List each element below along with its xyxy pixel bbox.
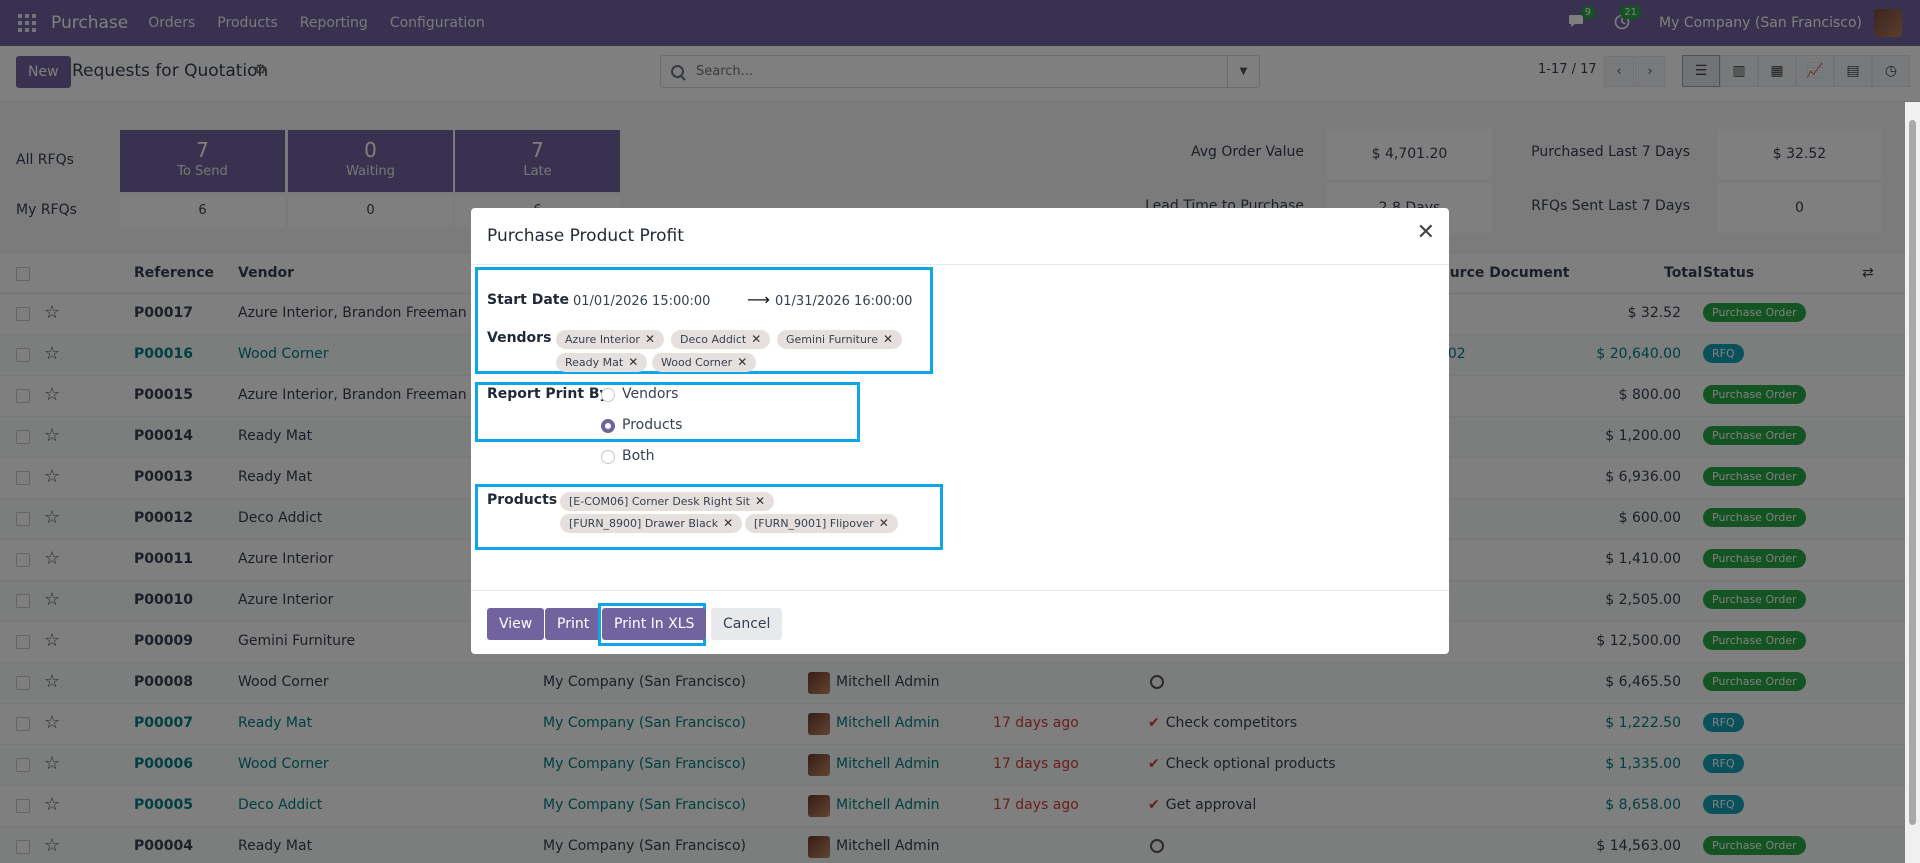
page-scrollbar[interactable]	[1905, 102, 1920, 863]
vendor-tag-label: Azure Interior	[565, 333, 640, 346]
print-button[interactable]: Print	[545, 608, 602, 640]
radio-vendors-label[interactable]: Vendors	[622, 386, 678, 402]
product-tag-label: [FURN_8900] Drawer Black	[569, 517, 719, 530]
product-tag: [FURN_9001] Flipover ✕	[745, 514, 898, 533]
product-tag: [E-COM06] Corner Desk Right Sit ✕	[560, 492, 775, 511]
dialog-title: Purchase Product Profit	[487, 226, 684, 246]
arrow-right-icon: ⟶	[747, 290, 770, 309]
vendor-tag: Gemini Furniture ✕	[777, 330, 903, 349]
start-date-input[interactable]: 01/01/2026 15:00:00	[573, 294, 710, 309]
vendor-tag-label: Deco Addict	[680, 333, 747, 346]
radio-products[interactable]	[601, 419, 615, 433]
vendor-tag-label: Wood Corner	[661, 356, 733, 369]
remove-tag-icon[interactable]: ✕	[723, 516, 733, 530]
scrollbar-thumb[interactable]	[1909, 120, 1916, 825]
print-in-xls-button[interactable]: Print In XLS	[602, 608, 707, 640]
report-print-by-label: Report Print By	[487, 386, 609, 402]
product-tag: [FURN_8900] Drawer Black ✕	[560, 514, 743, 533]
remove-tag-icon[interactable]: ✕	[628, 355, 638, 369]
remove-tag-icon[interactable]: ✕	[737, 355, 747, 369]
view-button[interactable]: View	[487, 608, 545, 640]
start-date-label: Start Date	[487, 292, 569, 308]
radio-vendors[interactable]	[601, 388, 615, 402]
remove-tag-icon[interactable]: ✕	[755, 494, 765, 508]
vendor-tag: Ready Mat ✕	[556, 353, 648, 372]
vendor-tag: Wood Corner ✕	[652, 353, 757, 372]
remove-tag-icon[interactable]: ✕	[751, 332, 761, 346]
purchase-product-profit-dialog: Purchase Product Profit ✕ Start Date 01/…	[471, 208, 1449, 654]
dialog-footer: View Print Print In XLS Cancel	[471, 590, 1449, 654]
products-label: Products	[487, 492, 558, 508]
radio-both[interactable]	[601, 450, 615, 464]
end-date-input[interactable]: 01/31/2026 16:00:00	[775, 294, 912, 309]
vendor-tag-label: Ready Mat	[565, 356, 624, 369]
product-tag-label: [FURN_9001] Flipover	[754, 517, 874, 530]
vendor-tag: Deco Addict ✕	[671, 330, 771, 349]
radio-both-label[interactable]: Both	[622, 448, 655, 464]
product-tag-label: [E-COM06] Corner Desk Right Sit	[569, 495, 750, 508]
cancel-button[interactable]: Cancel	[711, 608, 783, 640]
radio-products-label[interactable]: Products	[622, 417, 682, 433]
vendor-tag-label: Gemini Furniture	[786, 333, 878, 346]
remove-tag-icon[interactable]: ✕	[883, 332, 893, 346]
dialog-header: Purchase Product Profit ✕	[471, 208, 1449, 265]
close-icon[interactable]: ✕	[1417, 222, 1435, 244]
remove-tag-icon[interactable]: ✕	[879, 516, 889, 530]
vendors-label: Vendors	[487, 330, 552, 346]
remove-tag-icon[interactable]: ✕	[645, 332, 655, 346]
vendor-tag: Azure Interior ✕	[556, 330, 665, 349]
